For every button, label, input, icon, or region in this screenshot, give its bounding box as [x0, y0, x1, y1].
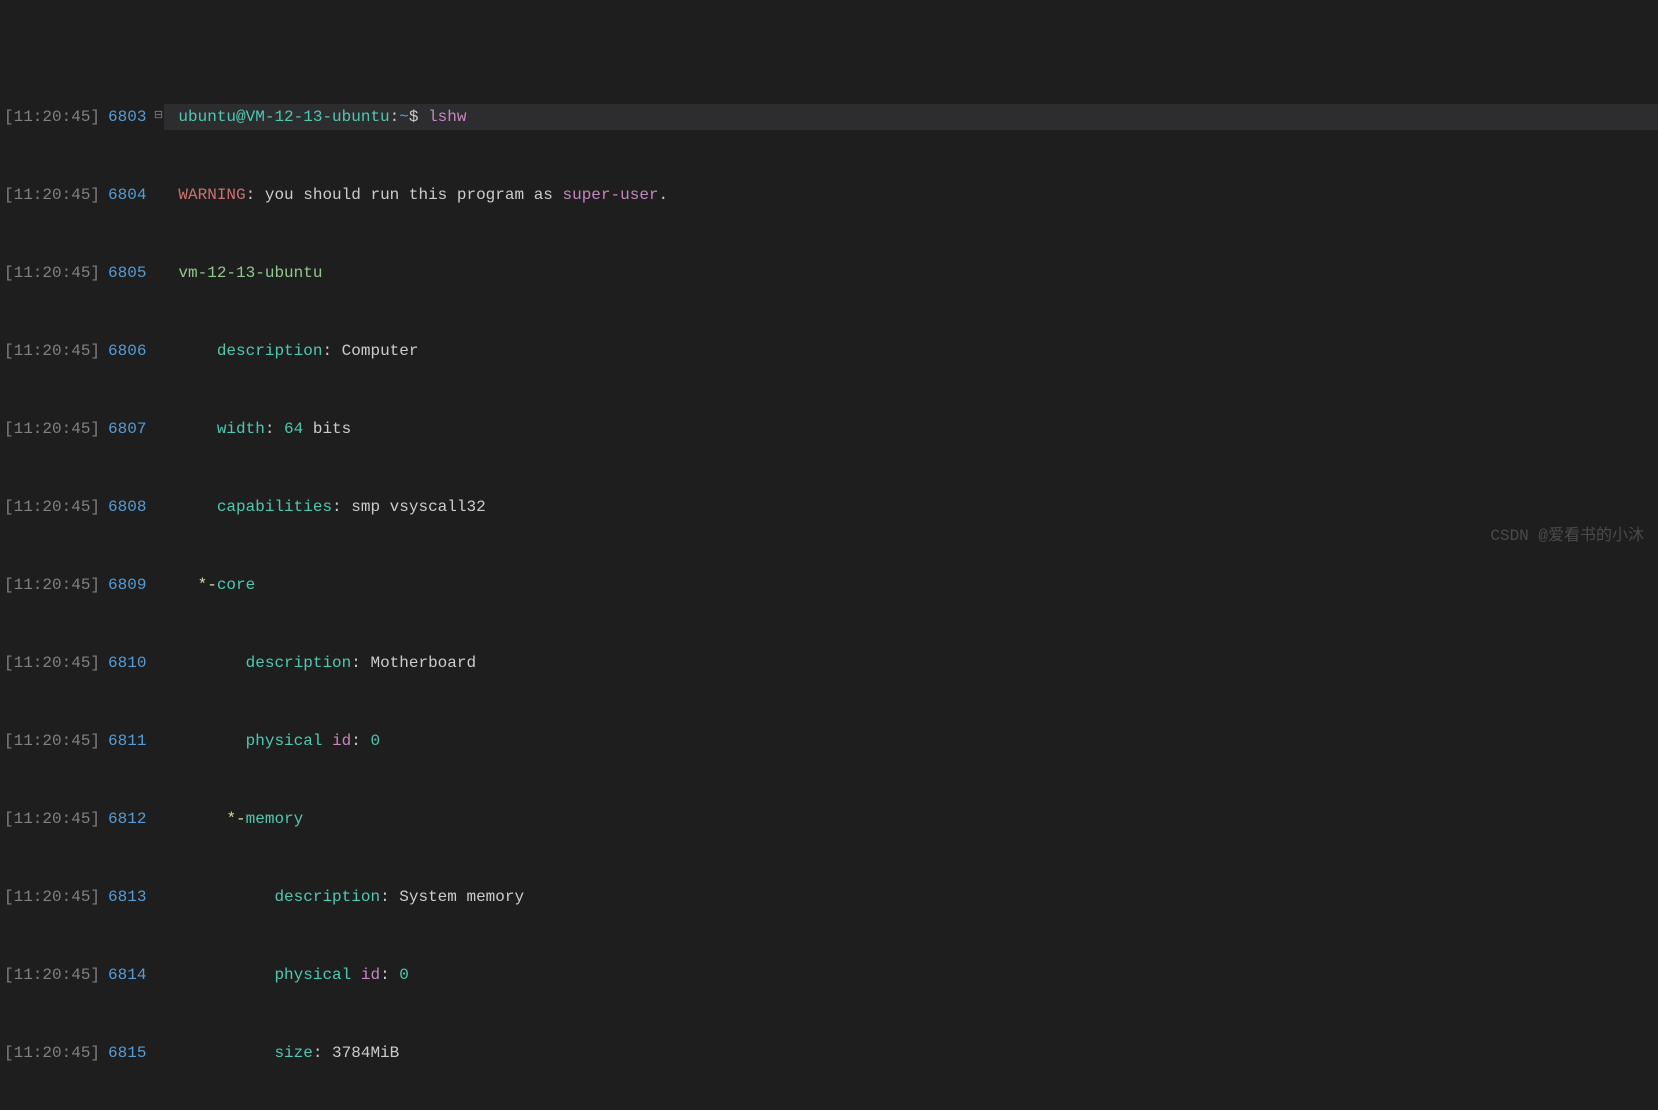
warning-label: WARNING: [178, 186, 245, 204]
output-text: vm-12-13-ubuntu: [164, 260, 322, 286]
timestamp: [11:20:45]: [0, 1040, 100, 1066]
terminal-line: [11:20:45] 6805 vm-12-13-ubuntu: [0, 260, 1658, 286]
output-text: width: 64 bits: [164, 416, 351, 442]
timestamp: [11:20:45]: [0, 806, 100, 832]
terminal-line: [11:20:45] 6814 physical id: 0: [0, 962, 1658, 988]
output-text: description: System memory: [164, 884, 524, 910]
line-number: 6810: [100, 650, 152, 676]
line-number: 6805: [100, 260, 152, 286]
timestamp: [11:20:45]: [0, 572, 100, 598]
output-text: capabilities: smp vsyscall32: [164, 494, 485, 520]
timestamp: [11:20:45]: [0, 728, 100, 754]
prompt-dollar: $: [409, 108, 428, 126]
terminal-line: [11:20:45] 6809 *-core: [0, 572, 1658, 598]
line-number: 6814: [100, 962, 152, 988]
fold-toggle-icon[interactable]: ⊟: [152, 108, 164, 126]
line-number: 6806: [100, 338, 152, 364]
output-text: WARNING: you should run this program as …: [164, 182, 668, 208]
timestamp: [11:20:45]: [0, 338, 100, 364]
output-text: description: Motherboard: [164, 650, 476, 676]
output-text: physical id: 0: [164, 728, 380, 754]
terminal-line: [11:20:45] 6810 description: Motherboard: [0, 650, 1658, 676]
terminal-line: [11:20:45] 6803 ⊟ ubuntu@VM-12-13-ubuntu…: [0, 104, 1658, 130]
output-text: *-memory: [164, 806, 303, 832]
line-number: 6811: [100, 728, 152, 754]
terminal-line: [11:20:45] 6813 description: System memo…: [0, 884, 1658, 910]
terminal-line: [11:20:45] 6808 capabilities: smp vsysca…: [0, 494, 1658, 520]
prompt-line[interactable]: ubuntu@VM-12-13-ubuntu:~$ lshw: [164, 104, 1658, 130]
terminal-line: [11:20:45] 6806 description: Computer: [0, 338, 1658, 364]
timestamp: [11:20:45]: [0, 104, 100, 130]
output-text: size: 3784MiB: [164, 1040, 399, 1066]
output-text: *-core: [164, 572, 255, 598]
terminal-line: [11:20:45] 6807 width: 64 bits: [0, 416, 1658, 442]
line-number: 6809: [100, 572, 152, 598]
line-number: 6807: [100, 416, 152, 442]
terminal-line: [11:20:45] 6812 *-memory: [0, 806, 1658, 832]
timestamp: [11:20:45]: [0, 884, 100, 910]
hostname: vm-12-13-ubuntu: [178, 264, 322, 282]
terminal-line: [11:20:45] 6815 size: 3784MiB: [0, 1040, 1658, 1066]
terminal-line: [11:20:45] 6811 physical id: 0: [0, 728, 1658, 754]
prompt-user-host: ubuntu@VM-12-13-ubuntu: [178, 108, 389, 126]
line-number: 6815: [100, 1040, 152, 1066]
timestamp: [11:20:45]: [0, 494, 100, 520]
timestamp: [11:20:45]: [0, 416, 100, 442]
output-text: description: Computer: [164, 338, 418, 364]
line-number: 6808: [100, 494, 152, 520]
command: lshw: [428, 108, 466, 126]
timestamp: [11:20:45]: [0, 182, 100, 208]
timestamp: [11:20:45]: [0, 260, 100, 286]
line-number: 6813: [100, 884, 152, 910]
line-number: 6804: [100, 182, 152, 208]
watermark: CSDN @爱看书的小沐: [1490, 523, 1644, 549]
terminal-line: [11:20:45] 6804 WARNING: you should run …: [0, 182, 1658, 208]
line-number: 6803: [100, 104, 152, 130]
output-text: physical id: 0: [164, 962, 408, 988]
timestamp: [11:20:45]: [0, 962, 100, 988]
prompt-colon: :: [390, 108, 400, 126]
timestamp: [11:20:45]: [0, 650, 100, 676]
prompt-path: ~: [399, 108, 409, 126]
line-number: 6812: [100, 806, 152, 832]
